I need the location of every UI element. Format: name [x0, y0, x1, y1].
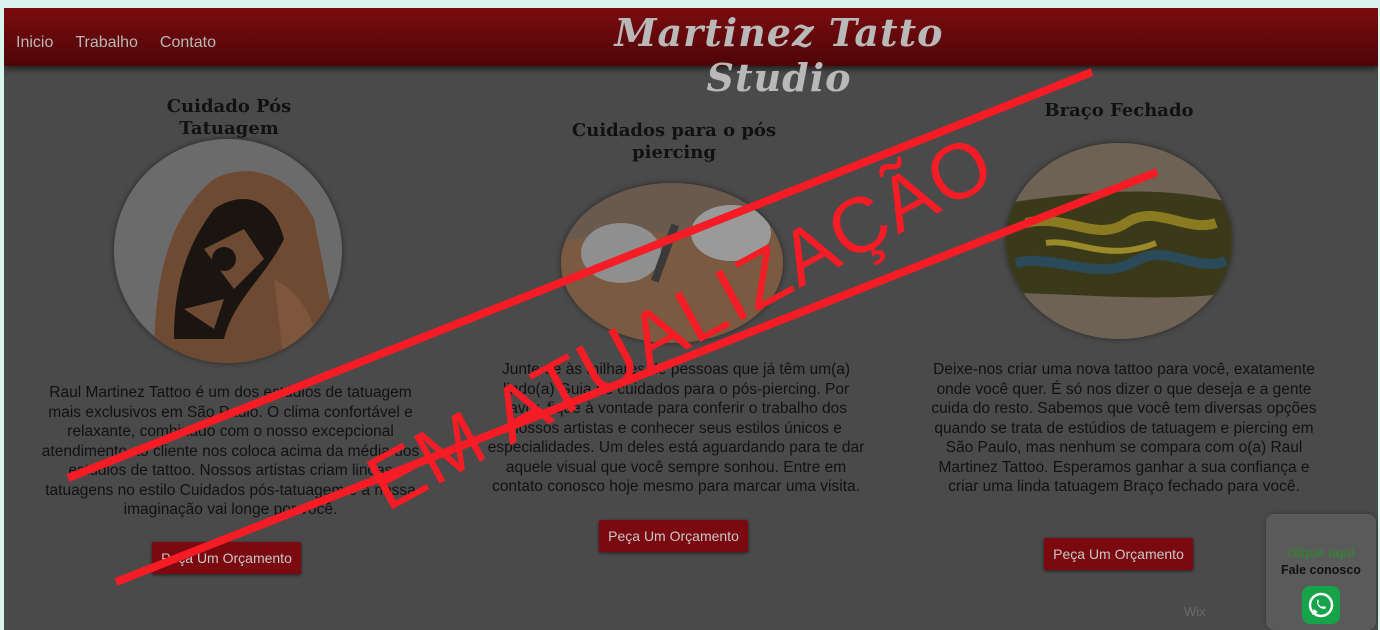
whatsapp-icon[interactable] [1302, 586, 1340, 624]
card-title: Braço Fechado [1044, 100, 1194, 121]
card-description: Junte-se às milhares de pessoas que já t… [487, 361, 865, 495]
whatsapp-cta[interactable]: clique aqui [1266, 544, 1376, 560]
main-nav: Inicio Trabalho Contato [16, 34, 216, 52]
card-description: Raul Martinez Tattoo é um dos estúdios d… [41, 384, 420, 518]
page: Inicio Trabalho Contato Martinez Tatto S… [4, 8, 1378, 630]
site-logo-title[interactable]: Martinez Tatto Studio [549, 10, 1009, 100]
whatsapp-label: Fale conosco [1281, 563, 1361, 577]
service-card-sleeve: Braço Fechado [1004, 100, 1234, 122]
quote-button-3[interactable]: Peça Um Orçamento [1044, 538, 1193, 570]
nav-inicio[interactable]: Inicio [16, 34, 53, 52]
whatsapp-widget[interactable]: clique aqui Fale conosco [1266, 514, 1376, 630]
nav-trabalho[interactable]: Trabalho [75, 34, 138, 52]
service-card-sleeve-text: Deixe-nos criar uma nova tattoo para voc… [929, 360, 1319, 497]
card-title: Cuidados para o pós piercing [571, 120, 777, 163]
nav-contato[interactable]: Contato [160, 34, 216, 52]
service-card-piercing-care: Cuidados para o pós piercing [569, 120, 779, 164]
tattoo-shoulder-image [114, 139, 342, 363]
quote-button-2[interactable]: Peça Um Orçamento [599, 520, 748, 552]
site-header: Inicio Trabalho Contato Martinez Tatto S… [4, 8, 1378, 100]
service-card-piercing-text: Junte-se às milhares de pessoas que já t… [482, 360, 870, 497]
piercing-image [561, 183, 783, 343]
sleeve-tattoo-image [1006, 143, 1232, 339]
card-description: Deixe-nos criar uma nova tattoo para voc… [931, 361, 1317, 495]
card-title: Cuidado Pós Tatuagem [166, 96, 292, 139]
footer-credit: Wix [1184, 604, 1206, 619]
service-card-tattoo-care-text: Raul Martinez Tattoo é um dos estúdios d… [38, 383, 423, 520]
quote-button-1[interactable]: Peça Um Orçamento [152, 542, 301, 574]
service-card-tattoo-care: Cuidado Pós Tatuagem [114, 96, 344, 140]
